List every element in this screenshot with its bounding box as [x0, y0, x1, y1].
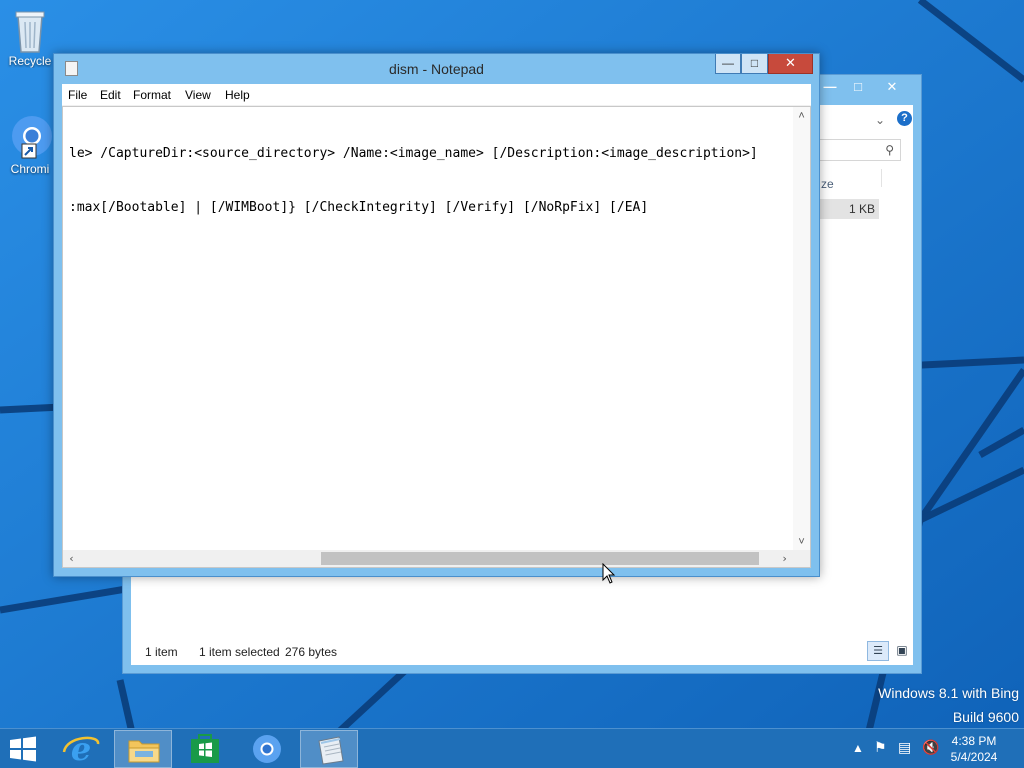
store-icon: [191, 734, 219, 763]
maximize-button[interactable]: □: [741, 54, 768, 74]
desktop-icon-label: Chromi: [10, 162, 50, 176]
menu-bar: File Edit Format View Help: [62, 84, 811, 106]
internet-explorer-icon: e: [62, 730, 100, 768]
start-button[interactable]: [8, 735, 38, 763]
menu-view[interactable]: View: [182, 87, 214, 103]
explorer-close-button[interactable]: ✕: [879, 78, 905, 95]
resize-grip-icon[interactable]: [793, 550, 810, 567]
explorer-status-bar: 1 item 1 item selected 276 bytes ☰ ▣: [131, 637, 913, 665]
details-view-icon[interactable]: ☰: [867, 641, 889, 661]
horizontal-scroll-thumb[interactable]: [321, 552, 759, 565]
explorer-minimize-button[interactable]: —: [817, 78, 843, 95]
status-selected: 1 item selected: [199, 645, 280, 659]
menu-file[interactable]: File: [65, 87, 90, 103]
desktop-icon-recycle-bin[interactable]: Recycle: [0, 6, 60, 68]
windows-watermark-line1: Windows 8.1 with Bing: [878, 685, 1019, 701]
taskbar: e ▲ ⚑ ▤ 🔇 4:38 PM 5/4/2024: [0, 728, 1024, 768]
taskbar-notepad[interactable]: [300, 730, 358, 768]
help-icon[interactable]: ?: [897, 111, 912, 126]
text-line: le> /CaptureDir:<source_directory> /Name…: [69, 146, 758, 161]
chromium-icon: [253, 735, 281, 763]
scroll-down-arrow-icon[interactable]: ˅: [793, 533, 810, 550]
column-divider: [881, 169, 882, 187]
file-row-selected[interactable]: 1 KB: [819, 199, 879, 219]
window-title: dism - Notepad: [389, 61, 484, 77]
desktop-icon-label: Recycle: [8, 54, 52, 68]
editor-text[interactable]: le> /CaptureDir:<source_directory> /Name…: [69, 109, 788, 253]
file-size: 1 KB: [848, 202, 875, 216]
clock-time: 4:38 PM: [951, 734, 997, 748]
taskbar-file-explorer[interactable]: [114, 730, 172, 768]
recycle-bin-icon: [8, 6, 52, 53]
svg-text:e: e: [71, 730, 91, 768]
scroll-up-arrow-icon[interactable]: ˄: [793, 107, 810, 124]
menu-edit[interactable]: Edit: [97, 87, 124, 103]
show-hidden-icons-button[interactable]: ▲: [852, 741, 864, 755]
large-icons-view-icon[interactable]: ▣: [891, 641, 913, 661]
volume-muted-icon[interactable]: 🔇: [922, 739, 939, 756]
mouse-cursor-icon: [602, 563, 616, 584]
notepad-window[interactable]: dism - Notepad — □ ✕ File Edit Format Vi…: [53, 53, 820, 577]
scroll-right-arrow-icon[interactable]: ›: [776, 550, 793, 567]
network-icon[interactable]: ▤: [898, 739, 911, 756]
desktop-icon-chromium[interactable]: Chromi: [0, 114, 60, 176]
folder-icon: [128, 740, 160, 763]
size-column-header[interactable]: ze: [821, 177, 834, 191]
taskbar-internet-explorer[interactable]: e: [52, 730, 110, 768]
taskbar-store[interactable]: [176, 730, 234, 768]
notepad-title-bar[interactable]: dism - Notepad — □ ✕: [54, 54, 819, 84]
scroll-left-arrow-icon[interactable]: ‹: [63, 550, 80, 567]
chromium-icon: [8, 114, 52, 160]
action-center-flag-icon[interactable]: ⚑: [874, 739, 887, 756]
notepad-icon: [318, 736, 344, 765]
status-item-count: 1 item: [145, 645, 178, 659]
minimize-button[interactable]: —: [715, 54, 741, 74]
clock[interactable]: 4:38 PM 5/4/2024: [944, 733, 1004, 765]
close-button[interactable]: ✕: [768, 54, 813, 74]
vertical-scrollbar[interactable]: ˄ ˅: [793, 107, 810, 550]
search-icon: ⚲: [885, 143, 894, 157]
ribbon-expand-icon[interactable]: ⌄: [875, 113, 885, 127]
explorer-maximize-button[interactable]: □: [845, 78, 871, 95]
menu-help[interactable]: Help: [222, 87, 253, 103]
windows-watermark-line2: Build 9600: [952, 709, 1019, 725]
taskbar-chromium[interactable]: [238, 730, 296, 768]
menu-format[interactable]: Format: [130, 87, 174, 103]
text-editor-area[interactable]: le> /CaptureDir:<source_directory> /Name…: [62, 106, 811, 568]
clock-date: 5/4/2024: [950, 750, 998, 764]
search-box[interactable]: ⚲: [817, 139, 901, 161]
status-bytes: 276 bytes: [285, 645, 338, 659]
text-line: :max[/Bootable] | [/WIMBoot]} [/CheckInt…: [69, 200, 649, 215]
windows-logo-icon: [10, 736, 36, 762]
horizontal-scrollbar[interactable]: ‹ ›: [63, 550, 793, 567]
